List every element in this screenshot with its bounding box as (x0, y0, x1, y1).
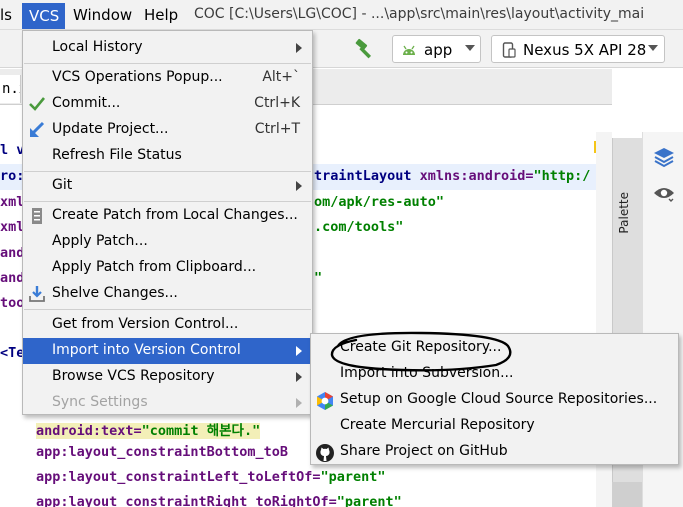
editor-tab[interactable]: n.x (0, 75, 21, 103)
code-line: l v (0, 142, 25, 158)
menu-item-sync-settings[interactable]: Sync Settings (23, 390, 312, 416)
window-title: COC [C:\Users\LG\COC] - ...\app\src\main… (194, 6, 645, 22)
import-into-vcs-submenu: Create Git Repository... Import into Sub… (310, 333, 679, 465)
device-select[interactable]: Nexus 5X API 28 (491, 35, 665, 63)
menu-bar: ls VCS Window Help COC [C:\Users\LG\COC]… (0, 0, 683, 30)
submenu-arrow-icon (296, 181, 302, 191)
menu-item-create-patch[interactable]: Create Patch from Local Changes... (23, 203, 312, 229)
menu-help[interactable]: Help (144, 6, 178, 26)
build-hammer-icon[interactable] (353, 38, 377, 60)
menu-file-fragment[interactable]: ls (0, 6, 20, 26)
chevron-down-icon (465, 45, 475, 51)
code-line: <Te (0, 345, 25, 361)
menu-item-apply-patch[interactable]: Apply Patch... (23, 229, 312, 255)
submenu-arrow-icon (296, 398, 302, 408)
run-config-label: app (424, 41, 453, 59)
device-label: Nexus 5X API 28 (523, 41, 647, 59)
code-line: too (0, 295, 25, 311)
palette-label: Palette (617, 192, 631, 234)
menu-separator (24, 171, 311, 172)
menu-separator (24, 201, 311, 202)
submenu-item-create-mercurial-repository[interactable]: Create Mercurial Repository (311, 414, 678, 440)
menu-item-apply-patch-clipboard[interactable]: Apply Patch from Clipboard... (23, 255, 312, 281)
code-line: xml (0, 194, 25, 210)
menu-item-import-into-vcs[interactable]: Import into Version Control (23, 338, 312, 364)
shelve-icon (29, 286, 45, 302)
check-icon (29, 97, 46, 111)
code-line: traintLayout xmlns:android="http:/ (314, 168, 591, 184)
menu-item-browse-vcs-repository[interactable]: Browse VCS Repository (23, 364, 312, 390)
menu-item-shelve-changes[interactable]: Shelve Changes... (23, 281, 312, 307)
menu-item-local-history[interactable]: Local History (23, 35, 312, 61)
code-line: om/apk/res-auto" (314, 194, 445, 210)
github-icon (316, 444, 334, 462)
menu-item-vcs-operations-popup[interactable]: VCS Operations Popup... Alt+` (23, 65, 312, 91)
chevron-down-icon (648, 45, 658, 51)
code-line: ro: (0, 168, 25, 184)
menu-item-refresh-file-status[interactable]: Refresh File Status (23, 143, 312, 169)
menu-item-update-project[interactable]: Update Project... Ctrl+T (23, 117, 312, 143)
code-line: app:layout_constraintRight_toRightOf="pa… (36, 494, 402, 507)
google-cloud-icon (317, 392, 333, 410)
submenu-item-google-cloud[interactable]: Setup on Google Cloud Source Repositorie… (311, 388, 678, 414)
menu-window[interactable]: Window (73, 6, 132, 26)
menu-separator (24, 309, 311, 310)
palette-tool-stripe (612, 482, 642, 507)
menu-separator (24, 63, 311, 64)
code-line: app:layout_constraintLeft_toLeftOf="pare… (36, 469, 386, 485)
code-line: and (0, 245, 25, 261)
submenu-item-share-on-github[interactable]: Share Project on GitHub (311, 440, 678, 466)
submenu-arrow-icon (296, 346, 302, 356)
eye-icon[interactable] (652, 182, 676, 204)
menu-item-get-from-vcs[interactable]: Get from Version Control... (23, 312, 312, 338)
menu-item-git[interactable]: Git (23, 173, 312, 199)
update-arrow-icon (30, 121, 45, 137)
submenu-item-create-git-repository[interactable]: Create Git Repository... (311, 336, 678, 362)
patch-icon (32, 208, 42, 224)
android-icon (403, 45, 415, 55)
code-line: app:layout_constraintBottom_toB (36, 444, 288, 460)
submenu-item-import-into-subversion[interactable]: Import into Subversion... (311, 362, 678, 388)
submenu-arrow-icon (296, 372, 302, 382)
submenu-arrow-icon (296, 43, 302, 53)
code-line: " (314, 270, 323, 286)
run-config-select[interactable]: app (392, 35, 481, 63)
menu-item-commit[interactable]: Commit... Ctrl+K (23, 91, 312, 117)
vcs-menu: Local History VCS Operations Popup... Al… (22, 30, 313, 415)
layers-icon[interactable] (652, 146, 676, 168)
code-line: xml (0, 219, 25, 235)
code-line: .com/tools" (314, 219, 404, 235)
device-phone-icon (502, 42, 516, 58)
code-line: android:text="commit 해본다." (36, 423, 261, 439)
menu-vcs[interactable]: VCS (22, 3, 65, 29)
code-line: and (0, 270, 25, 286)
